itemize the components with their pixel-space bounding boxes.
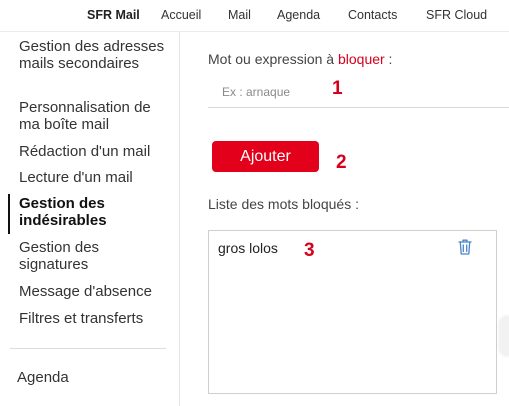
sidebar-item-absence[interactable]: Message d'absence xyxy=(19,283,169,300)
nav-accueil[interactable]: Accueil xyxy=(161,8,201,22)
add-button[interactable]: Ajouter xyxy=(212,141,319,172)
sidebar-item-adresses-secondaires[interactable]: Gestion des adresses mails secondaires xyxy=(19,38,169,72)
blocked-word-input[interactable] xyxy=(208,76,509,108)
sidebar-item-redaction[interactable]: Rédaction d'un mail xyxy=(19,143,169,160)
blocked-words-panel: Mot ou expression à bloquer : 1 Ajouter … xyxy=(181,32,509,406)
annotation-1: 1 xyxy=(332,78,343,99)
sidebar-item-lecture[interactable]: Lecture d'un mail xyxy=(19,169,169,186)
page: SFR Mail Accueil Mail Agenda Contacts SF… xyxy=(0,0,509,406)
floating-widget-edge[interactable] xyxy=(500,316,509,356)
nav-sfr-mail[interactable]: SFR Mail xyxy=(87,8,140,22)
trash-icon[interactable] xyxy=(457,238,473,256)
field-label-suffix: : xyxy=(384,51,393,67)
sidebar-divider xyxy=(10,348,166,349)
sidebar-item-indesirables[interactable]: Gestion des indésirables xyxy=(19,195,169,229)
annotation-2: 2 xyxy=(336,152,347,173)
annotation-3: 3 xyxy=(304,240,315,261)
blocked-list-label: Liste des mots bloqués : xyxy=(208,196,359,212)
sidebar-agenda-link[interactable]: Agenda xyxy=(17,369,69,386)
field-label-prefix: Mot ou expression à xyxy=(208,51,338,67)
blocked-words-list: gros lolos xyxy=(208,230,497,394)
sidebar-item-signatures[interactable]: Gestion des signatures xyxy=(19,239,169,273)
blocked-word-item: gros lolos xyxy=(218,240,278,256)
settings-sidebar: Gestion des adresses mails secondaires P… xyxy=(0,32,180,406)
blocked-word-field-label: Mot ou expression à bloquer : xyxy=(208,51,392,67)
sidebar-item-personnalisation[interactable]: Personnalisation de ma boîte mail xyxy=(19,99,169,133)
nav-mail[interactable]: Mail xyxy=(228,8,251,22)
top-navigation: SFR Mail Accueil Mail Agenda Contacts SF… xyxy=(0,0,509,32)
nav-contacts[interactable]: Contacts xyxy=(348,8,397,22)
nav-agenda[interactable]: Agenda xyxy=(277,8,320,22)
active-indicator xyxy=(8,194,10,234)
field-label-accent: bloquer xyxy=(337,51,385,67)
nav-sfr-cloud[interactable]: SFR Cloud xyxy=(426,8,487,22)
sidebar-item-filtres[interactable]: Filtres et transferts xyxy=(19,310,169,327)
